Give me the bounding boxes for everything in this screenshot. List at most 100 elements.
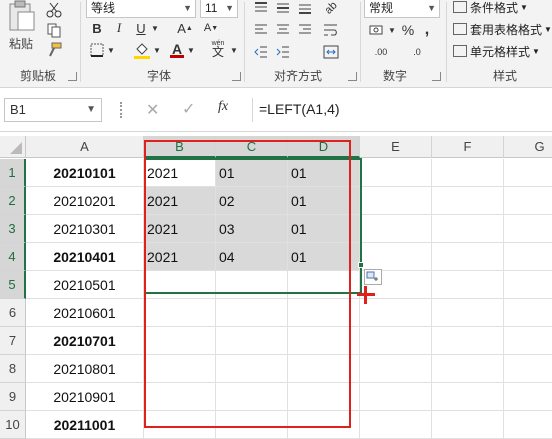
borders-chevron-icon[interactable]: ▼ xyxy=(106,40,116,60)
conditional-format-button[interactable]: 条件格式 ▼ xyxy=(453,0,528,16)
currency-chevron-icon[interactable]: ▼ xyxy=(388,20,396,40)
row-header-7[interactable]: 7 xyxy=(0,327,26,355)
cell-b7[interactable] xyxy=(144,327,216,355)
row-header-4[interactable]: 4 xyxy=(0,243,26,271)
cell-d6[interactable] xyxy=(288,299,360,327)
column-header-c[interactable]: C xyxy=(216,136,288,158)
cell-d2[interactable]: 01 xyxy=(288,187,360,215)
formula-input[interactable]: =LEFT(A1,4) xyxy=(252,98,552,122)
align-bottom-button[interactable] xyxy=(296,0,314,18)
cell-g4[interactable] xyxy=(504,243,552,271)
phonetic-button[interactable]: wén 文 xyxy=(206,38,230,58)
column-header-e[interactable]: E xyxy=(360,136,432,158)
cell-a9[interactable]: 20210901 xyxy=(26,383,144,411)
cell-g9[interactable] xyxy=(504,383,552,411)
column-header-a[interactable]: A xyxy=(26,136,144,158)
cell-g8[interactable] xyxy=(504,355,552,383)
bold-button[interactable]: B xyxy=(88,18,106,38)
cut-button[interactable] xyxy=(44,0,64,20)
cell-f9[interactable] xyxy=(432,383,504,411)
cell-d1[interactable]: 01 xyxy=(288,159,360,187)
cell-d4[interactable]: 01 xyxy=(288,243,360,271)
cell-g3[interactable] xyxy=(504,215,552,243)
cell-g10[interactable] xyxy=(504,411,552,439)
cell-f6[interactable] xyxy=(432,299,504,327)
formula-bar-grip[interactable] xyxy=(120,102,124,118)
italic-button[interactable]: I xyxy=(110,18,128,38)
cell-f5[interactable] xyxy=(432,271,504,299)
cell-d5[interactable] xyxy=(288,271,360,299)
cell-f7[interactable] xyxy=(432,327,504,355)
column-header-d[interactable]: D xyxy=(288,136,360,158)
cell-c9[interactable] xyxy=(216,383,288,411)
name-box[interactable]: B1 ▼ xyxy=(4,98,102,122)
cancel-icon[interactable]: ✕ xyxy=(146,100,159,120)
cell-a7[interactable]: 20210701 xyxy=(26,327,144,355)
cell-a3[interactable]: 20210301 xyxy=(26,215,144,243)
clipboard-launcher[interactable] xyxy=(68,72,77,81)
cell-e7[interactable] xyxy=(360,327,432,355)
auto-fill-options-button[interactable] xyxy=(364,269,382,285)
cell-c10[interactable] xyxy=(216,411,288,439)
align-top-button[interactable] xyxy=(252,0,270,18)
row-header-8[interactable]: 8 xyxy=(0,355,26,383)
column-header-b[interactable]: B xyxy=(144,136,216,158)
cell-c6[interactable] xyxy=(216,299,288,327)
cell-a8[interactable]: 20210801 xyxy=(26,355,144,383)
wrap-text-button[interactable] xyxy=(320,20,342,40)
cell-b10[interactable] xyxy=(144,411,216,439)
font-name-combo[interactable]: 等线 ▼ xyxy=(86,0,196,18)
row-header-10[interactable]: 10 xyxy=(0,411,26,439)
cell-a1[interactable]: 20210101 xyxy=(26,159,144,187)
row-header-2[interactable]: 2 xyxy=(0,187,26,215)
font-launcher[interactable] xyxy=(232,72,241,81)
decrease-indent-button[interactable] xyxy=(252,42,270,62)
cell-d7[interactable] xyxy=(288,327,360,355)
merge-cells-button[interactable] xyxy=(320,42,342,62)
cell-g1[interactable] xyxy=(504,159,552,187)
cell-e2[interactable] xyxy=(360,187,432,215)
cell-b3[interactable]: 2021 xyxy=(144,215,216,243)
cell-d9[interactable] xyxy=(288,383,360,411)
cell-f3[interactable] xyxy=(432,215,504,243)
font-size-combo[interactable]: 11 ▼ xyxy=(200,0,238,18)
cell-g6[interactable] xyxy=(504,299,552,327)
cell-g7[interactable] xyxy=(504,327,552,355)
percent-button[interactable]: % xyxy=(400,20,416,40)
cell-c5[interactable] xyxy=(216,271,288,299)
cell-b2[interactable]: 2021 xyxy=(144,187,216,215)
cell-b8[interactable] xyxy=(144,355,216,383)
fill-chevron-icon[interactable]: ▼ xyxy=(152,40,162,60)
align-right-button[interactable] xyxy=(296,20,314,40)
font-color-button[interactable]: A xyxy=(168,40,186,60)
cell-c2[interactable]: 02 xyxy=(216,187,288,215)
insert-function-button[interactable]: fx xyxy=(218,99,228,115)
phonetic-chevron-icon[interactable]: ▼ xyxy=(229,40,239,60)
increase-decimal-button[interactable]: .00 xyxy=(366,42,396,62)
cell-c1[interactable]: 01 xyxy=(216,159,288,187)
enter-icon[interactable]: ✓ xyxy=(182,99,195,119)
format-painter-button[interactable] xyxy=(44,40,64,60)
cell-f4[interactable] xyxy=(432,243,504,271)
cell-d10[interactable] xyxy=(288,411,360,439)
row-header-3[interactable]: 3 xyxy=(0,215,26,243)
cell-b5[interactable] xyxy=(144,271,216,299)
cell-c8[interactable] xyxy=(216,355,288,383)
borders-button[interactable] xyxy=(88,40,106,60)
increase-indent-button[interactable] xyxy=(274,42,292,62)
cell-e10[interactable] xyxy=(360,411,432,439)
alignment-launcher[interactable] xyxy=(348,72,357,81)
cell-g2[interactable] xyxy=(504,187,552,215)
cell-c4[interactable]: 04 xyxy=(216,243,288,271)
row-header-1[interactable]: 1 xyxy=(0,159,26,187)
cell-c7[interactable] xyxy=(216,327,288,355)
paste-button[interactable]: 粘贴 xyxy=(4,0,38,58)
cell-styles-button[interactable]: 单元格样式 ▼ xyxy=(453,42,540,60)
format-as-table-button[interactable]: 套用表格格式 ▼ xyxy=(453,20,552,38)
fill-color-button[interactable] xyxy=(132,40,152,60)
row-header-9[interactable]: 9 xyxy=(0,383,26,411)
number-format-combo[interactable]: 常规 ▼ xyxy=(364,0,440,18)
font-color-chevron-icon[interactable]: ▼ xyxy=(186,40,196,60)
number-launcher[interactable] xyxy=(432,72,441,81)
cell-c3[interactable]: 03 xyxy=(216,215,288,243)
